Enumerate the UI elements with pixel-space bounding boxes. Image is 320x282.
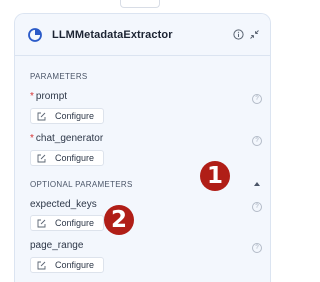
required-marker: * bbox=[30, 91, 34, 102]
component-icon bbox=[27, 27, 43, 43]
section-title-optional: OPTIONAL PARAMETERS bbox=[30, 180, 133, 189]
configure-label: Configure bbox=[55, 260, 95, 270]
help-icon[interactable]: ? bbox=[252, 94, 262, 104]
edit-icon bbox=[37, 154, 46, 163]
configure-label: Configure bbox=[55, 111, 95, 121]
configure-label: Configure bbox=[55, 218, 95, 228]
configure-label: Configure bbox=[55, 153, 95, 163]
configure-button-expected-keys[interactable]: Configure bbox=[30, 215, 104, 231]
annotation-badge-2: 2 bbox=[104, 205, 134, 235]
annotation-badge-1: 1 bbox=[200, 161, 230, 191]
param-label-prompt: * prompt bbox=[30, 91, 68, 102]
help-icon[interactable]: ? bbox=[252, 243, 262, 253]
configure-button-prompt[interactable]: Configure bbox=[30, 108, 104, 124]
param-label-expected-keys: expected_keys bbox=[30, 199, 97, 210]
edit-icon bbox=[37, 261, 46, 270]
node-title: LLMMetadataExtractor bbox=[52, 28, 173, 41]
collapse-icon[interactable] bbox=[248, 29, 260, 41]
configure-button-page-range[interactable]: Configure bbox=[30, 257, 104, 273]
param-label-chat-generator: * chat_generator bbox=[30, 133, 104, 144]
help-icon[interactable]: ? bbox=[252, 202, 262, 212]
node-header[interactable]: LLMMetadataExtractor bbox=[15, 14, 270, 56]
edit-icon bbox=[37, 219, 46, 228]
param-label-page-range: page_range bbox=[30, 240, 84, 251]
info-icon[interactable] bbox=[232, 29, 244, 41]
canvas-edge bbox=[120, 0, 160, 8]
section-title-parameters: PARAMETERS bbox=[30, 72, 88, 81]
edit-icon bbox=[37, 112, 46, 121]
configure-button-chat-generator[interactable]: Configure bbox=[30, 150, 104, 166]
chevron-up-icon[interactable] bbox=[254, 182, 260, 186]
node-card: LLMMetadataExtractor PARAMETERS * prompt … bbox=[14, 13, 271, 282]
help-icon[interactable]: ? bbox=[252, 136, 262, 146]
required-marker: * bbox=[30, 133, 34, 144]
